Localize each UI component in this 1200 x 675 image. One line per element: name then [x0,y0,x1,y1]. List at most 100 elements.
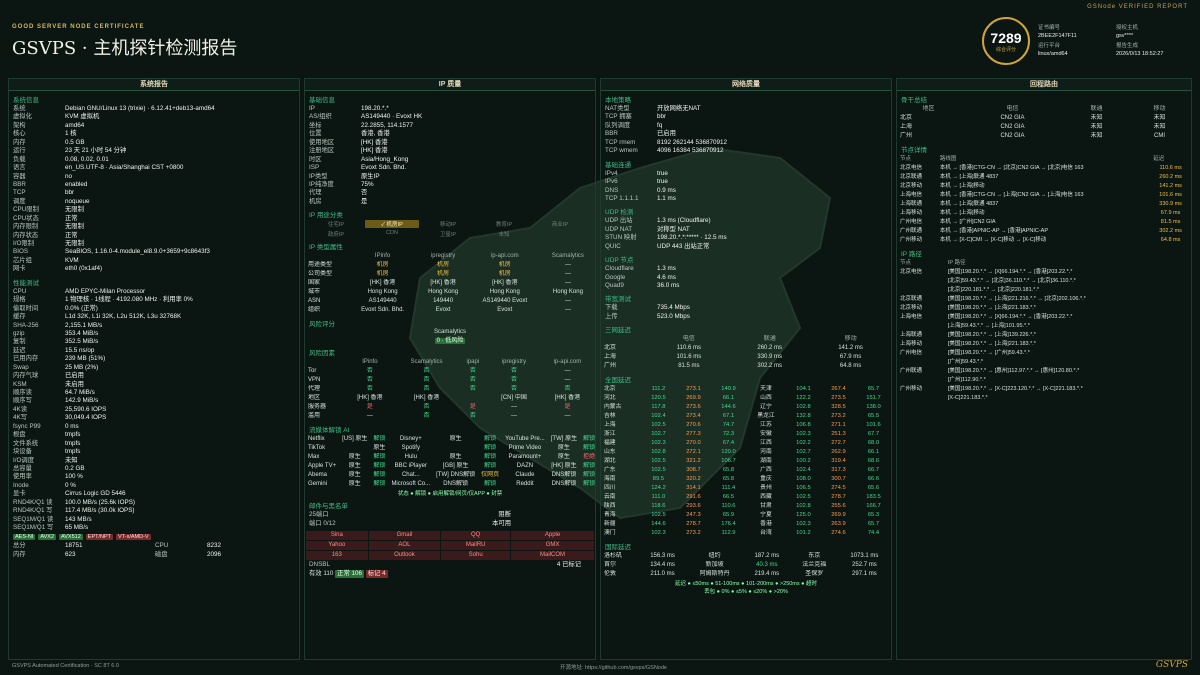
policy-row: TCP rmem 8192 262144 536870912 [605,138,728,146]
attr-row: 用途类型 机房 机房 机房 — [308,262,571,269]
table-header: IPinfo ipregistry ip-api.com Scamalytics [374,253,584,260]
attr-row: 城市 Hong Kong Hong Kong Hong Kong Hong Kong [308,289,583,296]
policy-row: BBR 已启用 [605,130,676,138]
sysinfo-row: TCP bbr [13,189,75,197]
cpu-flag-badge: VT-x/AMD-V [116,534,151,541]
province-row: 上海 102.5 270.6 74.7 江苏 106.8 271.1 101.6 [604,422,881,429]
network-quality-panel: 网络质量 本地策略 NAT类型 开放网络无NAT TCP 拥塞 bbr 队列调度 fq BB… [600,78,892,660]
conn-row: DNS 0.9 ms [605,186,676,194]
backbone-row: 广州 CN2 GIA 未知 CMI [900,133,1165,139]
ip-info-row: IP类型 原生IP [309,172,380,180]
section-title: 节点详情 [901,147,927,154]
ip-usage-tag: 卫星IP [439,232,457,239]
section-title: 流媒体解锁 AI [309,427,350,435]
perf-row: 使用率 100 % [13,473,83,481]
ip-usage-tag: ✓ 机房IP [365,220,419,229]
section-title: 全国延迟 [605,377,631,385]
perf-row: 总容量 0.2 GB [13,464,85,472]
sysinfo-row: 容器 no [13,172,73,180]
province-row: 云南 111.0 291.6 66.5 西藏 102.5 278.7 183.5 [604,494,881,501]
stream-row: Abema 原生 解锁 Chat... [TW] DNS解锁 仅网页 Claude DNS解锁… [308,472,596,479]
cert-time: 报告生成 2026/0/13 18:52:27 [1116,43,1164,57]
ip-info-row: IP 198.20.*.* [309,105,389,112]
route-detail-row: 北京联通 本机 → [上海]联通 4837 260.2 ms [900,174,1182,180]
latency-row: 上海 101.6 ms 330.9 ms 67.9 ms [604,354,862,361]
perf-row: 内存气球 已启用 [13,372,84,380]
perf-row: 显卡 Cirrus Logic GD 5446 [13,490,126,498]
certificate-subtitle: GOOD SERVER NODE CERTIFICATE [12,24,145,30]
route-detail-row: 北京电信 本机 → [香港]CTG-CN → [北京]CN2 GIA → [北京]… [900,165,1182,171]
ip-info-row: 注册地区 [HK] 香港 [309,147,388,155]
table-header: 节点 IP 路径 [900,260,966,266]
table-header: IPinfo Scamalytics ipapi ipregistry ip-api.c… [362,359,582,366]
sysinfo-row: CPU限制 无限制 [13,206,84,214]
dnsbl-row: DNSBL 4 已标记 [309,561,581,569]
perf-row: RND4K/Q1 读 100.0 MB/s (25.6k IOPS) [13,498,135,506]
route-detail-row: 上海移动 本机 → [上海]移动 67.9 ms [900,210,1181,216]
ip-usage-tag: 住宅IP [327,222,345,229]
section-title: UDP 节点 [605,257,634,265]
sysinfo-row: 内存 0.5 GB [13,138,85,146]
score-row: 总分 18751 CPU 8232 [13,542,222,550]
ip-quality-panel: IP 质量 基础信息 IP 198.20.*.* AS/组织 AS149440 · E… [304,78,596,660]
route-path-row: [北京]220.181.*.* → [北京]220.181.*.* [947,287,1040,293]
policy-row: TCP 拥塞 bbr [605,113,667,121]
province-row: 陕西 118.6 293.6 110.6 甘肃 102.8 255.6 166.7 [604,503,881,510]
smtp-row: 25端口 阻断 [309,511,511,519]
footer-left: GSVPS Automated Certification · SC 8T 6.… [12,663,119,669]
attr-row: 国家 [HK] 香港 [HK] 香港 [HK] 香港 — [308,280,571,287]
province-row: 浙江 102.7 277.3 72.3 安徽 102.3 251.3 67.7 [604,431,880,438]
route-path-row: 上海电信 [美国]198.20.*.* → [X]66.194.*.* → [香港… [900,314,1073,320]
perf-row: 顺序写 142.9 MiB/s [13,397,99,405]
section-title: IP 路径 [901,251,922,258]
section-title: 三网延迟 [605,327,631,335]
section-title: 本地策略 [605,97,631,104]
perf-row: SEQ1M/Q1 写 65 MB/s [13,524,89,531]
ip-usage-tag: 移动IP [439,222,457,229]
latency-row: 广州 81.5 ms 302.2 ms 64.8 ms [604,363,862,370]
province-row: 新疆 144.6 278.7 176.4 香港 102.3 263.9 65.7 [604,521,880,528]
sysinfo-row: 架构 amd64 [13,121,85,129]
section-title: 系统信息 [13,97,39,104]
ip-info-row: 坐标 22.2855, 114.1577 [309,121,414,129]
conn-row: TCP 1.1.1.1 1.1 ms [605,194,676,202]
perf-row: Swap 25 MB (2%) [13,363,99,371]
cpu-flag-badge: AVX2 [38,534,56,541]
score-row: 内存 623 磁盘 2096 [13,550,222,558]
sysinfo-row: BIOS SeaBIOS, 1.16.0-4.module_el8.9.0+365… [13,248,210,256]
sysinfo-row: BBR enabled [13,180,88,188]
perf-row: 块设备 tmpfs [13,448,81,456]
section-title: 国际延迟 [605,544,631,552]
score-value: 7289 [990,30,1022,46]
sysinfo-row: CPU状态 正常 [13,214,78,222]
ip-info-row: 使用地区 [HK] 香港 [309,138,388,146]
perf-row: 4K写 30,049.4 IOPS [13,414,107,422]
cpu-flag-badge: EPT/NPT [85,534,114,541]
route-path-row: [北京]59.43.*.* → [北京]36.110.*.* → [北京]36.… [947,278,1076,284]
section-title: 带宽测试 [605,296,631,304]
udp-node-row: Google 4.6 ms [605,273,676,281]
stream-row: Netflix [US] 原生 解锁 Disney+ 原生 解锁 YouTube Pre..… [308,436,596,443]
attr-row: 组织 Evoxt Sdn. Bhd. Evoxt Evoxt — [308,307,571,314]
route-path-row: [广州]59.43.*.* [947,359,984,365]
risk-row: 代理否否否否否 [308,386,571,393]
mail-row: 163 Outlook Sohu MailCOM [305,550,595,562]
route-detail-row: 广州移动 本机 → [X-C]CMI → [X-C]移动 → [X-C]移动 64.… [900,237,1181,243]
perf-row: 缓存 L1d 32K, L1i 32K, L2u 512K, L3u 32768K [13,313,182,321]
intl-row: 首尔 134.4 ms 新加坡 40.3 ms 法兰克福 252.7 ms [604,562,877,569]
mail-row: Sina Gmail QQ Apple [305,530,595,542]
loss-legend: 丢包 ● 0% ● ≤5% ● ≤20% ● >20% [704,589,788,596]
intl-row: 伦敦 211.0 ms 阿姆斯特丹 219.4 ms 圣保罗 297.1 ms [604,571,877,578]
route-path-row: 北京联通 [美国]198.20.*.* → [上海]221.216.*.* → [… [900,296,1086,302]
ip-info-row: 机房是 [309,197,368,205]
footer-brand: GSVPS [1155,660,1188,670]
stream-row: Max 原生 解锁 Hulu 原生 解锁 Paramount+ 原生 拒绝 [308,454,596,461]
cpu-flag-badge: AVX512 [59,534,83,541]
risk-row: Tor 否否否否 — [308,368,571,375]
ip-usage-tag: 教育IP [495,222,513,229]
section-title: 基础信息 [309,97,335,104]
ip-info-row: ISP Evoxt Sdn. Bhd. [309,164,407,172]
province-row: 澳门 102.3 273.2 112.9 台湾 101.2 274.6 74.4 [604,530,880,537]
province-row: 福建 102.3 270.0 67.4 江西 102.2 272.7 68.0 [604,440,880,447]
footer-repo-link[interactable]: 开源地址: https://github.com/gsvps/GSNode [560,663,667,671]
